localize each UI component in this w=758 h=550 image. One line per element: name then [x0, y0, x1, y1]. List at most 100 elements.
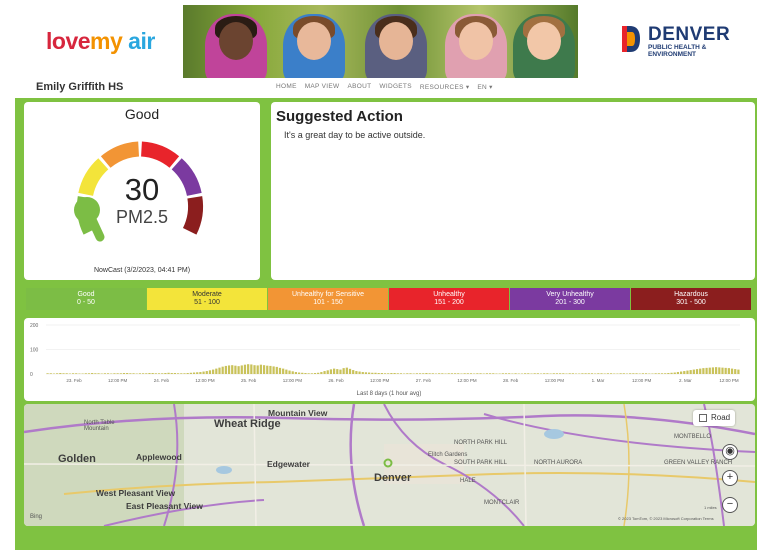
chart-bar[interactable] [597, 373, 600, 374]
chart-bar[interactable] [170, 373, 173, 374]
chart-bar[interactable] [676, 372, 680, 374]
chart-bar[interactable] [396, 373, 399, 374]
nav-home[interactable]: HOME [276, 83, 297, 91]
chart-bar[interactable] [237, 366, 240, 374]
chart-bar[interactable] [342, 368, 345, 374]
chart-bar[interactable] [180, 373, 183, 374]
chart-bar[interactable] [317, 372, 320, 374]
chart-bar[interactable] [183, 373, 186, 374]
chart-bar[interactable] [291, 371, 294, 374]
chart-bar[interactable] [84, 373, 87, 374]
chart-bar[interactable] [546, 373, 549, 374]
chart-bar[interactable] [619, 373, 622, 374]
chart-bar[interactable] [667, 373, 670, 374]
chart-bar[interactable] [737, 369, 740, 374]
chart-bar[interactable] [527, 373, 530, 374]
chart-bar[interactable] [157, 373, 161, 374]
chart-bar[interactable] [380, 373, 383, 374]
chart-bar[interactable] [227, 365, 231, 374]
chart-bar[interactable] [97, 373, 100, 374]
chart-bar[interactable] [332, 368, 336, 374]
chart-bar[interactable] [730, 368, 734, 374]
chart-bar[interactable] [49, 373, 52, 374]
chart-bar[interactable] [173, 373, 177, 374]
nav-language-dropdown[interactable]: EN ▾ [477, 83, 492, 91]
chart-bar[interactable] [199, 372, 202, 374]
locate-me-button[interactable]: ◉ [722, 444, 738, 460]
chart-bar[interactable] [406, 373, 409, 374]
chart-bar[interactable] [609, 373, 613, 374]
chart-bar[interactable] [285, 369, 288, 374]
chart-bar[interactable] [218, 367, 221, 374]
chart-bar[interactable] [374, 372, 377, 374]
chart-bar[interactable] [559, 373, 562, 374]
chart-bar[interactable] [533, 373, 536, 374]
chart-bar[interactable] [151, 373, 154, 374]
chart-bar[interactable] [250, 364, 253, 374]
chart-bar[interactable] [348, 368, 352, 374]
chart-bar[interactable] [65, 373, 68, 374]
chart-bar[interactable] [724, 367, 727, 374]
chart-bar[interactable] [695, 369, 699, 374]
chart-bar[interactable] [167, 372, 170, 374]
chart-bar[interactable] [205, 371, 208, 374]
chart-bar[interactable] [358, 371, 361, 374]
chart-bar[interactable] [297, 372, 301, 374]
chart-bar[interactable] [307, 373, 310, 374]
chart-bar[interactable] [221, 366, 224, 374]
chart-bar[interactable] [329, 369, 333, 374]
chart-bar[interactable] [501, 373, 504, 374]
chart-bar[interactable] [259, 364, 262, 374]
chart-bar[interactable] [431, 373, 434, 374]
chart-bar[interactable] [632, 373, 635, 374]
chart-bar[interactable] [323, 371, 326, 374]
chart-bar[interactable] [683, 371, 686, 374]
chart-bar[interactable] [715, 367, 718, 374]
chart-bar[interactable] [262, 365, 266, 374]
chart-bar[interactable] [390, 373, 393, 374]
chart-bar[interactable] [488, 373, 492, 374]
chart-bar[interactable] [438, 373, 441, 374]
chart-bar[interactable] [670, 372, 673, 374]
chart-bar[interactable] [326, 370, 329, 374]
chart-bar[interactable] [734, 369, 737, 374]
chart-bar[interactable] [212, 369, 215, 374]
chart-bar[interactable] [711, 367, 715, 374]
chart-bar[interactable] [364, 372, 368, 374]
chart-bar[interactable] [654, 373, 657, 374]
chart-bar[interactable] [266, 365, 269, 374]
chart-bar[interactable] [644, 373, 648, 374]
chart-bar[interactable] [301, 372, 304, 374]
chart-bar[interactable] [345, 367, 348, 374]
chart-bar[interactable] [568, 373, 571, 374]
chart-bar[interactable] [186, 373, 189, 374]
chart-bar[interactable] [231, 365, 234, 374]
map-style-button[interactable]: Road [693, 410, 735, 426]
chart-bar[interactable] [635, 373, 638, 374]
chart-bar[interactable] [657, 373, 660, 374]
chart-bar[interactable] [75, 373, 78, 374]
zoom-out-button[interactable]: − [722, 497, 738, 513]
nav-about[interactable]: ABOUT [348, 83, 372, 91]
chart-bar[interactable] [387, 373, 390, 374]
chart-bar[interactable] [126, 373, 129, 374]
chart-bar[interactable] [129, 373, 132, 374]
chart-bar[interactable] [240, 365, 243, 374]
chart-bar[interactable] [721, 367, 724, 374]
chart-bar[interactable] [606, 373, 609, 374]
chart-bar[interactable] [269, 365, 272, 374]
chart-bar[interactable] [282, 368, 285, 374]
chart-bar[interactable] [705, 367, 708, 374]
chart-bar[interactable] [552, 373, 555, 374]
chart-bar[interactable] [113, 373, 116, 374]
chart-bar[interactable] [418, 373, 422, 374]
chart-bar[interactable] [164, 373, 167, 374]
chart-bar[interactable] [71, 373, 75, 374]
chart-bar[interactable] [122, 373, 126, 374]
chart-bar[interactable] [393, 373, 396, 374]
chart-bar[interactable] [702, 368, 705, 374]
chart-bar[interactable] [361, 372, 364, 374]
chart-bar[interactable] [132, 373, 135, 374]
chart-bar[interactable] [189, 372, 192, 374]
chart-bar[interactable] [571, 373, 574, 374]
